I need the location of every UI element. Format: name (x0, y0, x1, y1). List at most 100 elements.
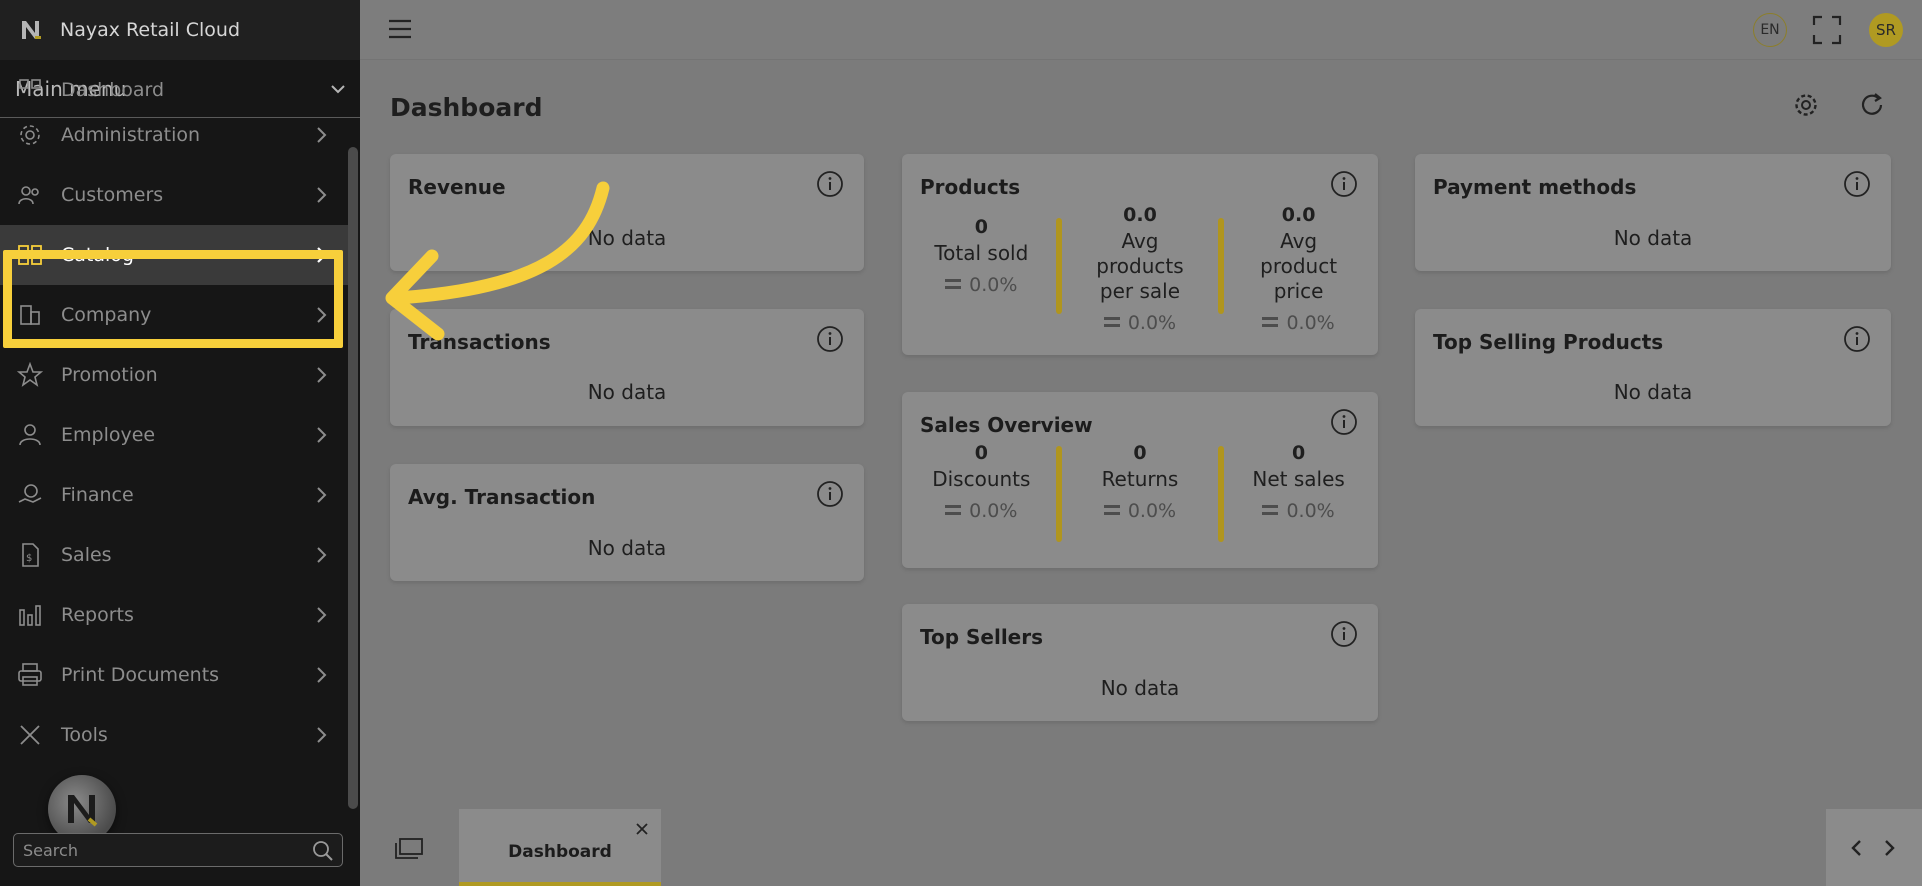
sidebar-item-label: Print Documents (61, 664, 220, 686)
equal-icon (1103, 504, 1120, 515)
sidebar-item-print-documents[interactable]: Print Documents (0, 645, 348, 705)
avg-transaction-card: Avg. Transaction No data (390, 464, 864, 581)
metric-change-value: 0.0% (1286, 500, 1335, 522)
sidebar-item-label: Sales (61, 544, 112, 566)
sidebar-item-promotion[interactable]: Promotion (0, 345, 348, 405)
customers-icon (16, 181, 44, 209)
sidebar-item-label: Customers (61, 184, 164, 206)
windows-icon[interactable] (394, 837, 424, 861)
sidebar-item-label: Tools (61, 724, 108, 746)
top-sellers-card: Top Sellers No data (902, 604, 1378, 721)
sidebar-search-input[interactable] (23, 840, 293, 860)
no-data-text: No data (1613, 380, 1693, 404)
card-title: Transactions (408, 330, 551, 354)
metric-value: 0 (1133, 442, 1147, 464)
info-icon[interactable] (1843, 325, 1871, 353)
sidebar-item-label: Finance (61, 484, 134, 506)
card-title: Sales Overview (920, 413, 1093, 437)
main-content: Dashboard Revenue No data Transactions N… (360, 61, 1922, 886)
no-data-text: No data (587, 226, 667, 250)
metric-label: Avg product price (1260, 229, 1338, 303)
metric-change: 0.0% (902, 500, 1061, 522)
fullscreen-icon[interactable] (1812, 15, 1842, 45)
metric-avg-product-price: 0.0 Avg product price 0.0% (1219, 204, 1378, 334)
nayax-logo-icon (68, 795, 98, 827)
person-icon (16, 421, 44, 449)
metric-value: 0.0 (1123, 204, 1157, 226)
sidebar: Nayax Retail Cloud Main menu Dashboard A… (0, 0, 360, 886)
chevron-right-icon (316, 186, 328, 204)
info-icon[interactable] (816, 480, 844, 508)
card-title: Revenue (408, 175, 506, 199)
chevron-right-icon (316, 546, 328, 564)
chevron-right-icon (316, 126, 328, 144)
refresh-icon[interactable] (1859, 92, 1885, 118)
chevron-left-icon[interactable] (1850, 839, 1862, 857)
metric-label: Avg products per sale (1096, 229, 1184, 303)
info-icon[interactable] (1330, 620, 1358, 648)
info-icon[interactable] (816, 170, 844, 198)
sidebar-item-label: Administration (61, 124, 201, 146)
card-title: Products (920, 175, 1021, 199)
card-title: Top Selling Products (1433, 330, 1664, 354)
metric-change: 0.0% (1219, 500, 1378, 522)
info-icon[interactable] (1330, 408, 1358, 436)
language-selector[interactable]: EN (1753, 13, 1787, 47)
info-icon[interactable] (1843, 170, 1871, 198)
metric-divider (1056, 218, 1062, 314)
brand-header: Nayax Retail Cloud (0, 0, 360, 60)
gear-icon[interactable] (1793, 92, 1819, 118)
sidebar-item-finance[interactable]: Finance (0, 465, 348, 525)
sidebar-item-employee[interactable]: Employee (0, 405, 348, 465)
metric-discounts: 0 Discounts 0.0% (902, 442, 1061, 522)
tab-navigation (1826, 809, 1922, 886)
chevron-right-icon (316, 486, 328, 504)
metric-value: 0.0 (1281, 204, 1316, 226)
metric-label: Net sales (1252, 467, 1345, 491)
products-card: Products 0 Total sold 0.0% 0.0 Avg produ… (902, 154, 1378, 355)
products-metrics: 0 Total sold 0.0% 0.0 Avg products per s… (902, 204, 1378, 334)
card-title: Payment methods (1433, 175, 1637, 199)
metric-value: 0 (1291, 442, 1306, 464)
revenue-card: Revenue No data (390, 154, 864, 271)
bar-chart-icon (16, 601, 44, 629)
search-icon[interactable] (312, 840, 334, 862)
sidebar-item-dashboard[interactable]: Dashboard (0, 75, 348, 105)
chevron-right-icon (316, 726, 328, 744)
chevron-right-icon (316, 366, 328, 384)
chevron-right-icon (316, 426, 328, 444)
avatar[interactable]: SR (1869, 13, 1903, 47)
sidebar-item-reports[interactable]: Reports (0, 585, 348, 645)
dashboard-icon (16, 76, 44, 104)
sidebar-item-label: Promotion (61, 364, 158, 386)
metric-change-value: 0.0% (1286, 312, 1335, 334)
card-title: Top Sellers (920, 625, 1044, 649)
no-data-text: No data (1100, 676, 1180, 700)
sidebar-item-customers[interactable]: Customers (0, 165, 348, 225)
info-icon[interactable] (1330, 170, 1358, 198)
hamburger-menu-icon[interactable] (388, 19, 412, 39)
metric-label: Total sold (934, 241, 1029, 265)
sidebar-search (13, 833, 343, 867)
metric-value: 0 (974, 216, 988, 238)
close-icon[interactable] (635, 821, 649, 835)
svg-text:$: $ (26, 553, 32, 564)
metric-divider (1056, 446, 1062, 542)
chevron-right-icon[interactable] (1884, 839, 1896, 857)
metric-returns: 0 Returns 0.0% (1061, 442, 1220, 522)
metric-avg-products-per-sale: 0.0 Avg products per sale 0.0% (1061, 204, 1220, 334)
payment-methods-card: Payment methods No data (1415, 154, 1891, 271)
tab-dashboard[interactable]: Dashboard (459, 809, 661, 886)
metric-value: 0 (974, 442, 988, 464)
metric-change: 0.0% (902, 274, 1061, 296)
sidebar-item-tools[interactable]: Tools (0, 705, 348, 765)
metric-change-value: 0.0% (969, 274, 1018, 296)
metric-change-value: 0.0% (1127, 500, 1177, 522)
sidebar-scrollbar[interactable] (348, 147, 358, 809)
sidebar-item-sales[interactable]: $ Sales (0, 525, 348, 585)
info-icon[interactable] (816, 325, 844, 353)
sidebar-item-administration[interactable]: Administration (0, 105, 348, 165)
no-data-text: No data (1613, 226, 1693, 250)
finance-icon (16, 481, 44, 509)
no-data-text: No data (587, 380, 667, 404)
